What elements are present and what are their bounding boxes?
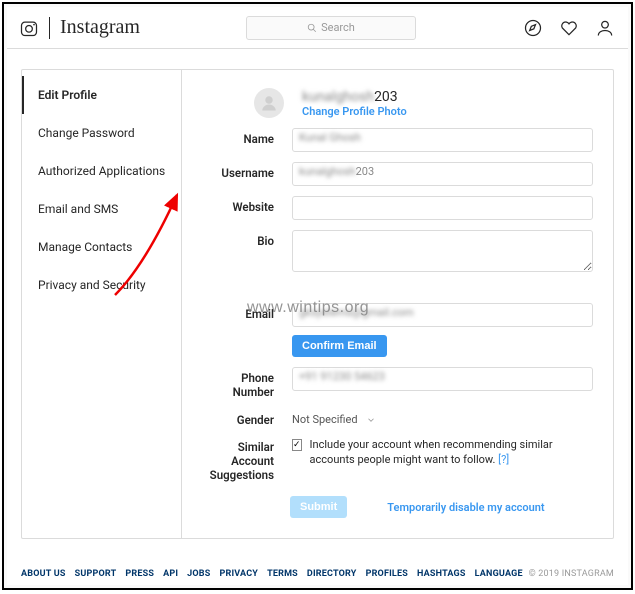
heart-icon[interactable] xyxy=(558,17,580,39)
profile-icon[interactable] xyxy=(594,17,616,39)
sidebar-item-manage-contacts[interactable]: Manage Contacts xyxy=(22,228,181,266)
avatar[interactable] xyxy=(254,88,284,118)
settings-sidebar: Edit Profile Change Password Authorized … xyxy=(22,70,182,538)
profile-username: kunalghosh203 xyxy=(302,89,407,105)
camera-icon[interactable] xyxy=(19,18,39,38)
brand-logo[interactable]: Instagram xyxy=(60,16,140,39)
footer-link[interactable]: PROFILES xyxy=(366,569,408,579)
gender-select[interactable]: Not Specified xyxy=(292,409,593,426)
phone-input[interactable]: +91 91230 54623 xyxy=(292,367,593,391)
bio-input[interactable] xyxy=(292,230,593,272)
phone-label: Phone Number xyxy=(202,367,292,399)
explore-icon[interactable] xyxy=(522,17,544,39)
name-label: Name xyxy=(202,128,292,146)
footer-link[interactable]: LANGUAGE xyxy=(475,569,523,579)
change-photo-link[interactable]: Change Profile Photo xyxy=(302,105,407,118)
website-input[interactable] xyxy=(292,196,593,220)
footer-link[interactable]: PRESS xyxy=(125,569,154,579)
submit-button[interactable]: Submit xyxy=(290,496,347,518)
bio-label: Bio xyxy=(202,230,292,248)
footer-link[interactable]: HASHTAGS xyxy=(417,569,466,579)
similar-label: Similar Account Suggestions xyxy=(202,437,292,482)
search-input[interactable]: Search xyxy=(246,16,416,40)
footer-link[interactable]: SUPPORT xyxy=(75,569,117,579)
gender-label: Gender xyxy=(202,409,292,427)
footer-link[interactable]: JOBS xyxy=(187,569,210,579)
search-placeholder: Search xyxy=(321,21,355,34)
similar-help-link[interactable]: [?] xyxy=(498,453,509,466)
footer-link[interactable]: DIRECTORY xyxy=(307,569,357,579)
email-label: Email xyxy=(202,303,292,321)
email-input[interactable]: gksystems@gmail.com xyxy=(292,303,593,327)
footer-links: ABOUT US SUPPORT PRESS API JOBS PRIVACY … xyxy=(21,569,523,579)
disable-account-link[interactable]: Temporarily disable my account xyxy=(387,501,544,514)
sidebar-item-change-password[interactable]: Change Password xyxy=(22,114,181,152)
username-input[interactable]: kunalghosh203 xyxy=(292,162,593,186)
chevron-down-icon xyxy=(366,415,376,425)
sidebar-item-privacy-security[interactable]: Privacy and Security xyxy=(22,266,181,304)
brand-divider xyxy=(49,17,50,39)
similar-description: Include your account when recommending s… xyxy=(310,437,593,468)
footer-link[interactable]: PRIVACY xyxy=(220,569,259,579)
footer-link[interactable]: API xyxy=(163,569,178,579)
top-nav: Instagram Search xyxy=(7,7,628,49)
footer-copyright: © 2019 INSTAGRAM xyxy=(529,569,614,579)
settings-panel: Edit Profile Change Password Authorized … xyxy=(21,69,614,539)
sidebar-item-authorized-apps[interactable]: Authorized Applications xyxy=(22,152,181,190)
footer-link[interactable]: TERMS xyxy=(267,569,298,579)
footer-link[interactable]: ABOUT US xyxy=(21,569,66,579)
name-input[interactable]: Kunal Ghosh xyxy=(292,128,593,152)
edit-profile-form: kunalghosh203 Change Profile Photo Name … xyxy=(182,70,613,538)
confirm-email-button[interactable]: Confirm Email xyxy=(292,335,387,357)
sidebar-item-edit-profile[interactable]: Edit Profile xyxy=(22,76,181,114)
sidebar-item-email-sms[interactable]: Email and SMS xyxy=(22,190,181,228)
website-label: Website xyxy=(202,196,292,214)
page-footer: ABOUT US SUPPORT PRESS API JOBS PRIVACY … xyxy=(21,569,614,579)
username-label: Username xyxy=(202,162,292,180)
similar-checkbox[interactable]: ✓ xyxy=(292,439,302,451)
